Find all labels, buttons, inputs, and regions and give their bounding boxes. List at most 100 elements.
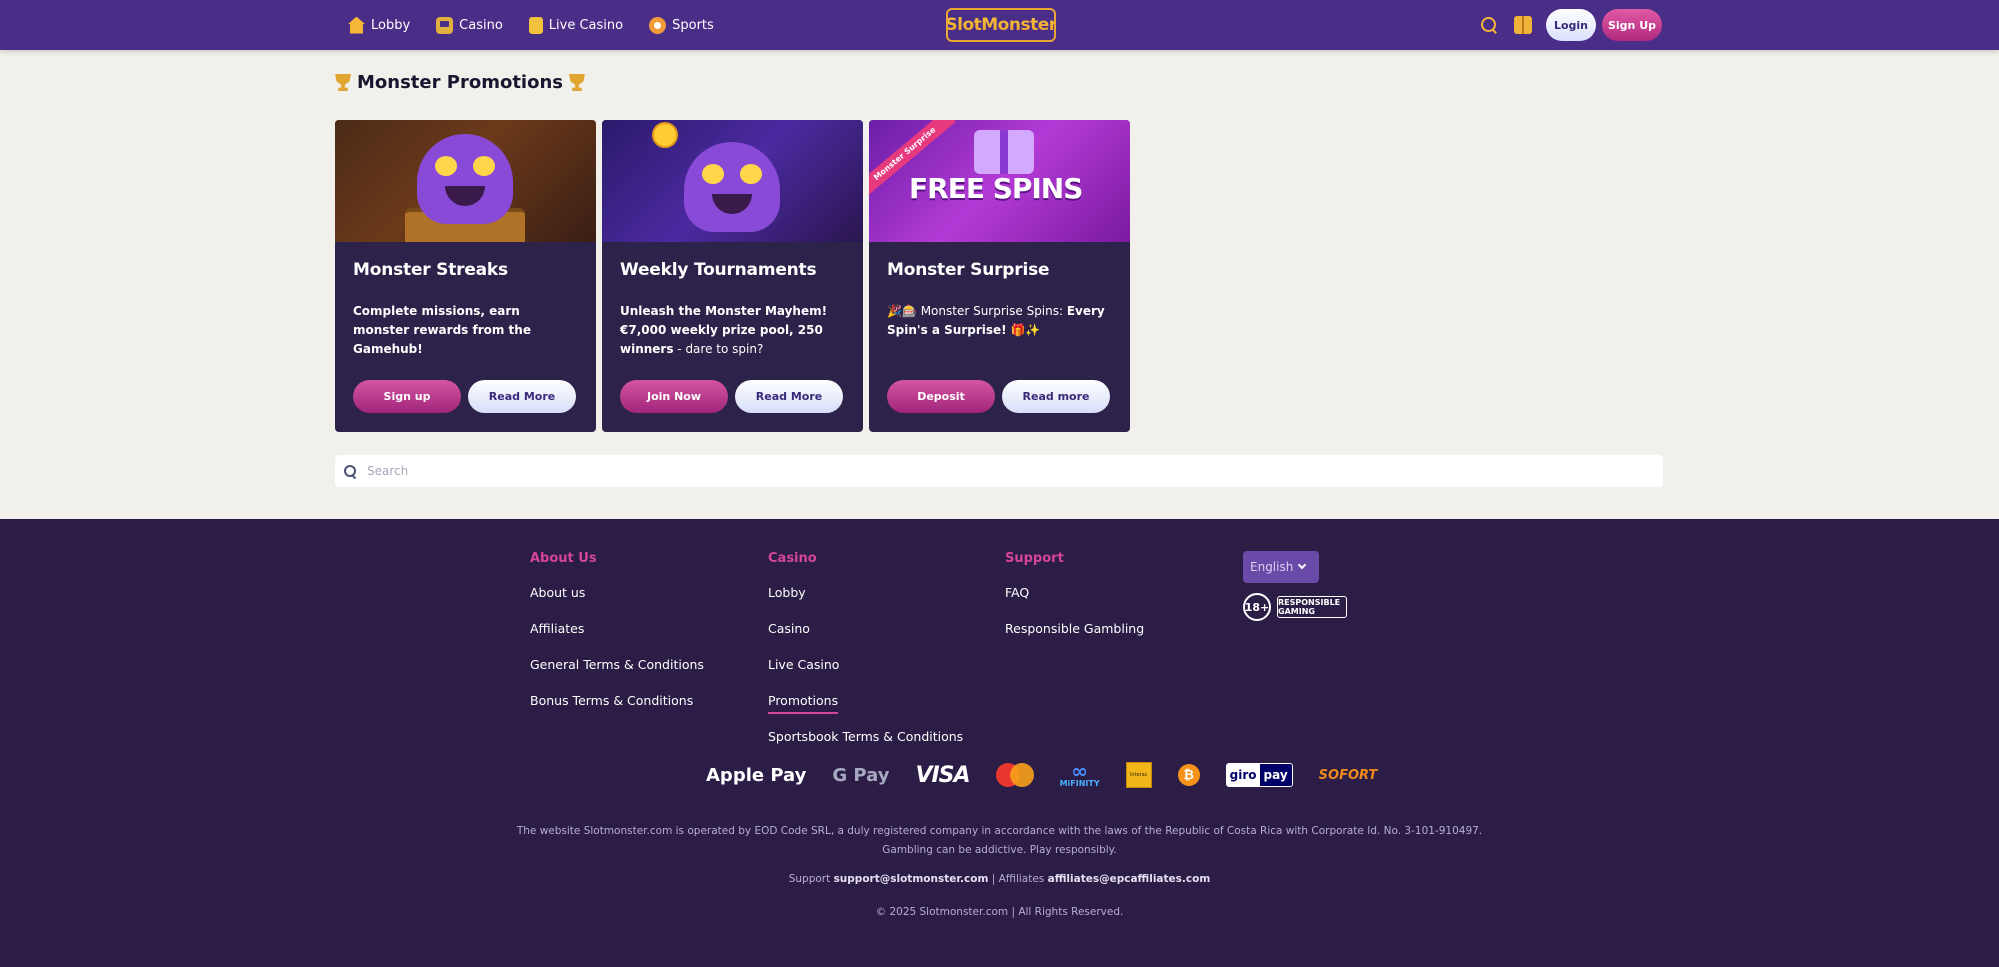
- gift-box-illustration: [974, 130, 1034, 174]
- footer-link-label: Promotions: [768, 693, 839, 714]
- promotions-grid: Monster Streaks Complete missions, earn …: [335, 120, 1130, 432]
- nav-lobby[interactable]: Lobby: [348, 16, 411, 34]
- slot-machine-icon: [436, 16, 454, 34]
- footer-link[interactable]: Lobby: [768, 584, 963, 620]
- mifinity-label: MiFINITY: [1059, 778, 1100, 788]
- main-nav: Lobby Casino Live Casino Sports: [348, 0, 714, 50]
- search-input[interactable]: [367, 464, 1647, 478]
- monster-illustration: [684, 142, 780, 232]
- footer-link[interactable]: Casino: [768, 620, 963, 656]
- footer-link[interactable]: Responsible Gambling: [1005, 620, 1144, 656]
- deposit-button[interactable]: Deposit: [887, 380, 995, 413]
- language-label: English: [1250, 560, 1294, 574]
- footer-heading: Support: [1005, 551, 1064, 566]
- visa-logo: VISA: [915, 762, 970, 788]
- contact-line: Support support@slotmonster.com | Affili…: [0, 873, 1999, 885]
- promo-description: Unleash the Monster Mayhem! €7,000 weekl…: [620, 302, 845, 364]
- footer-column-about: About Us About us Affiliates General Ter…: [530, 551, 704, 728]
- sofort-logo: SOFORT: [1318, 767, 1378, 783]
- footer-link[interactable]: Live Casino: [768, 656, 963, 692]
- nav-casino[interactable]: Casino: [436, 16, 503, 34]
- promo-title: Monster Streaks: [353, 260, 508, 280]
- support-email-link[interactable]: support@slotmonster.com: [834, 873, 989, 885]
- promo-description-rest: - dare to spin?: [673, 342, 764, 356]
- footer-link[interactable]: Sportsbook Terms & Conditions: [768, 728, 963, 764]
- trophy-icon: [569, 74, 585, 91]
- responsible-gaming-badge[interactable]: RESPONSIBLE GAMING: [1277, 596, 1347, 618]
- legal-text: The website Slotmonster.com is operated …: [0, 822, 1999, 860]
- language-select[interactable]: English: [1243, 551, 1319, 583]
- promo-description-prefix: 🎉🎰 Monster Surprise Spins:: [887, 304, 1067, 318]
- affiliates-email-link[interactable]: affiliates@epcaffiliates.com: [1048, 873, 1211, 885]
- promo-description-rest: 🎁✨: [1006, 323, 1041, 337]
- support-label: Support: [788, 873, 831, 885]
- age-18-badge: 18+: [1243, 593, 1271, 621]
- free-spins-banner-text: FREE SPINS: [909, 172, 1083, 205]
- bitcoin-logo: ₿: [1177, 764, 1200, 786]
- promo-description: Complete missions, earn monster rewards …: [353, 302, 578, 364]
- trophy-icon: [335, 74, 351, 91]
- search-icon[interactable]: [1480, 16, 1498, 34]
- nav-live-casino[interactable]: Live Casino: [528, 16, 624, 34]
- giropay-logo: giro pay: [1225, 763, 1293, 787]
- affiliates-label: | Affiliates: [991, 873, 1045, 885]
- legal-line: The website Slotmonster.com is operated …: [516, 825, 1483, 837]
- promo-title: Weekly Tournaments: [620, 260, 817, 280]
- promotions-search: [335, 455, 1663, 487]
- footer-link-active[interactable]: Promotions: [768, 692, 963, 728]
- coin-illustration: [652, 122, 678, 148]
- sign-up-button[interactable]: Sign up: [353, 380, 461, 413]
- compliance-badges: 18+ RESPONSIBLE GAMING: [1243, 593, 1347, 621]
- page-title-text: Monster Promotions: [357, 72, 563, 93]
- site-footer: About Us About us Affiliates General Ter…: [0, 519, 1999, 967]
- google-pay-logo: G Pay: [832, 764, 890, 786]
- chevron-down-icon: [1298, 560, 1307, 570]
- copyright: © 2025 Slotmonster.com | All Rights Rese…: [875, 906, 1124, 918]
- cards-icon: [528, 16, 543, 34]
- promo-card-weekly-tournaments: Weekly Tournaments Unleash the Monster M…: [602, 120, 863, 432]
- login-button[interactable]: Login: [1546, 9, 1596, 41]
- promo-image-weekly-tournaments: [602, 120, 863, 242]
- footer-link[interactable]: FAQ: [1005, 584, 1144, 620]
- nav-sports[interactable]: Sports: [649, 16, 714, 34]
- footer-link[interactable]: Bonus Terms & Conditions: [530, 692, 704, 728]
- mastercard-logo: [995, 763, 1034, 787]
- gift-icon[interactable]: [1514, 16, 1532, 34]
- footer-link[interactable]: About us: [530, 584, 704, 620]
- apple-pay-logo: Apple Pay: [706, 764, 807, 786]
- footer-link[interactable]: Affiliates: [530, 620, 704, 656]
- payment-methods: Apple Pay G Pay VISA ∞ MiFINITY Interac ₿…: [706, 758, 1378, 788]
- nav-lobby-label: Lobby: [371, 17, 411, 33]
- ball-icon: [649, 16, 667, 34]
- footer-heading: Casino: [768, 551, 817, 566]
- nav-live-casino-label: Live Casino: [548, 17, 624, 33]
- header-actions: Login Sign Up: [1480, 0, 1662, 50]
- promo-description: 🎉🎰 Monster Surprise Spins: Every Spin's …: [887, 302, 1112, 364]
- promo-description-bold: Complete missions, earn monster rewards …: [353, 304, 531, 356]
- top-header: Lobby Casino Live Casino Sports SlotMons…: [0, 0, 1999, 50]
- mifinity-logo: ∞ MiFINITY: [1059, 758, 1100, 788]
- join-now-button[interactable]: Join Now: [620, 380, 728, 413]
- page-title: Monster Promotions: [335, 72, 585, 93]
- promo-card-monster-streaks: Monster Streaks Complete missions, earn …: [335, 120, 596, 432]
- read-more-button[interactable]: Read More: [468, 380, 576, 413]
- read-more-button[interactable]: Read More: [735, 380, 843, 413]
- monster-illustration: [417, 134, 513, 224]
- search-icon: [343, 464, 357, 478]
- promo-card-monster-surprise: Monster Surprise FREE SPINS Monster Surp…: [869, 120, 1130, 432]
- home-icon: [348, 16, 365, 34]
- promo-image-monster-streaks: [335, 120, 596, 242]
- nav-sports-label: Sports: [672, 17, 714, 33]
- read-more-button[interactable]: Read more: [1002, 380, 1110, 413]
- footer-link[interactable]: General Terms & Conditions: [530, 656, 704, 692]
- footer-column-casino: Casino Lobby Casino Live Casino Promotio…: [768, 551, 963, 764]
- promo-image-monster-surprise: Monster Surprise FREE SPINS: [869, 120, 1130, 242]
- footer-column-support: Support FAQ Responsible Gambling: [1005, 551, 1144, 656]
- interac-logo: Interac: [1125, 762, 1152, 788]
- legal-line: Gambling can be addictive. Play responsi…: [882, 844, 1117, 856]
- promo-title: Monster Surprise: [887, 260, 1050, 280]
- footer-heading: About Us: [530, 551, 597, 566]
- site-logo[interactable]: SlotMonster: [945, 8, 1057, 42]
- signup-button[interactable]: Sign Up: [1602, 9, 1662, 41]
- nav-casino-label: Casino: [459, 17, 503, 33]
